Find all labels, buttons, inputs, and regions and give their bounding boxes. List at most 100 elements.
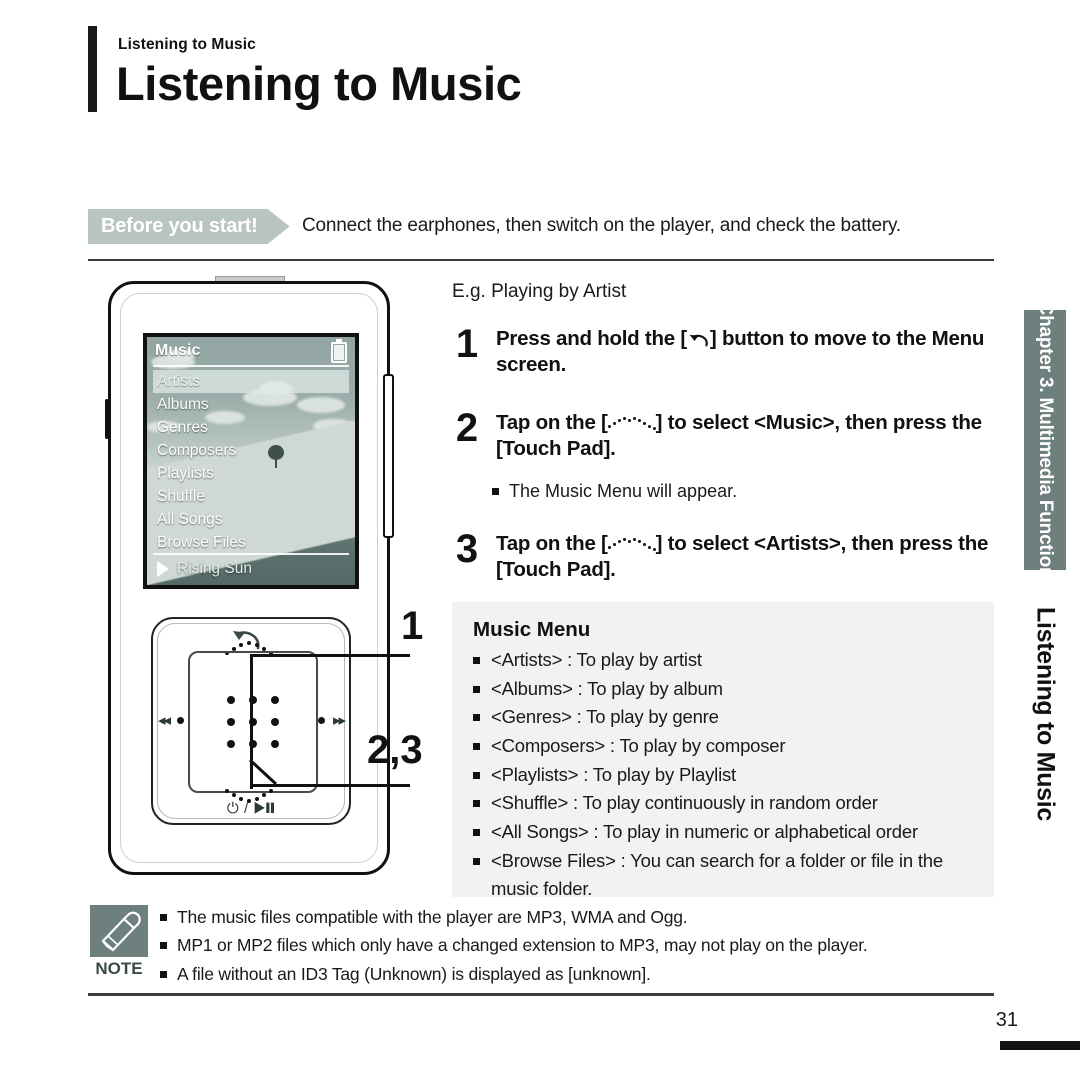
right-touch-dot[interactable]	[318, 717, 325, 724]
screen-menu-item-playlists[interactable]: Playlists	[153, 462, 349, 485]
return-arrow-icon	[689, 334, 708, 347]
page-number: 31	[995, 1009, 1018, 1031]
music-menu-row-shuffle: <Shuffle> : To play continuously in rand…	[473, 789, 980, 818]
before-you-start-label: Before you start!	[88, 209, 268, 244]
bullet-square-icon	[473, 771, 480, 779]
music-menu-row-browse-files: <Browse Files> : You can search for a fo…	[473, 847, 980, 904]
bullet-square-icon	[473, 657, 480, 664]
now-playing-divider	[153, 553, 349, 555]
music-menu-panel: Music Menu <Artists> : To play by artist…	[452, 602, 994, 899]
bullet-square-icon	[160, 942, 167, 950]
page-title: Listening to Music	[116, 57, 522, 110]
music-menu-row-albums: <Albums> : To play by album	[473, 675, 980, 704]
callout-2-3: 2,3	[367, 728, 423, 772]
footer-bar	[1000, 1041, 1080, 1050]
step-1-text: Press and hold the [] button to move to …	[496, 326, 992, 378]
step-2-number: 2	[455, 406, 479, 450]
music-menu-row-composers: <Composers> : To play by composer	[473, 732, 980, 761]
banner-arrow-shape	[267, 209, 290, 244]
battery-full-icon	[331, 339, 347, 363]
step-1-text-pre: Press and hold the [	[496, 327, 687, 350]
manual-page: Listening to Music Listening to Music Be…	[0, 0, 1080, 1080]
chapter-tab: Chapter 3. Multimedia Function	[1024, 302, 1066, 578]
next-track-icon[interactable]: ▸▸	[333, 711, 346, 729]
step-1: 1 Press and hold the [] button to move t…	[452, 322, 992, 378]
music-menu-row-text: <Genres> : To play by genre	[491, 706, 719, 728]
device-side-button	[383, 374, 394, 538]
power-play-pause-icon[interactable]: ⏻ / ▶❙❙	[153, 800, 349, 817]
bullet-square-icon	[473, 857, 480, 865]
bullet-square-icon	[473, 743, 480, 751]
note-row-text: A file without an ID3 Tag (Unknown) is d…	[177, 963, 651, 984]
play-icon	[157, 561, 169, 577]
screen-menu-item-artists[interactable]: Artists	[153, 370, 349, 393]
music-menu-title: Music Menu	[473, 618, 591, 641]
note-row-text: MP1 or MP2 files which only have a chang…	[177, 935, 868, 956]
note-row: The music files compatible with the play…	[160, 903, 994, 931]
device-screen: Music Artists Albums Genres Composers Pl…	[143, 333, 359, 589]
music-menu-row-genres: <Genres> : To play by genre	[473, 703, 980, 732]
note-list: The music files compatible with the play…	[160, 903, 994, 988]
pencil-icon	[90, 905, 148, 957]
note-label: NOTE	[95, 959, 143, 978]
music-menu-row-text: <Browse Files> : You can search for a fo…	[491, 849, 943, 900]
bullet-square-icon	[473, 800, 480, 808]
touch-dot-grid-icon[interactable]	[227, 696, 279, 748]
step-3: 3 Tap on the [] to select <Artists>, the…	[452, 527, 997, 583]
note-row: MP1 or MP2 files which only have a chang…	[160, 931, 994, 959]
step-1-number: 1	[455, 322, 479, 366]
note-row-text: The music files compatible with the play…	[177, 907, 688, 927]
now-playing-title: Rising Sun	[177, 560, 252, 577]
leader-line-1	[250, 654, 410, 657]
step-2-text-pre: Tap on the [	[496, 411, 608, 434]
before-you-start-text: Connect the earphones, then switch on th…	[302, 215, 901, 236]
screen-menu-item-genres[interactable]: Genres	[153, 416, 349, 439]
step-3-text: Tap on the [] to select <Artists>, then …	[496, 531, 997, 583]
music-menu-row-artists: <Artists> : To play by artist	[473, 646, 980, 675]
music-menu-row-text: <Shuffle> : To play continuously in rand…	[491, 792, 878, 814]
screen-menu-item-all-songs[interactable]: All Songs	[153, 508, 349, 531]
leader-diagonal	[248, 758, 278, 786]
bullet-square-icon	[160, 914, 167, 921]
music-menu-row-text: <All Songs> : To play in numeric or alph…	[491, 821, 918, 843]
screen-menu-item-shuffle[interactable]: Shuffle	[153, 485, 349, 508]
bullet-square-icon	[473, 714, 480, 722]
music-menu-list: <Artists> : To play by artist <Albums> :…	[473, 646, 980, 904]
screen-title: Music	[155, 342, 201, 359]
bullet-square-icon	[492, 488, 499, 495]
callout-1: 1	[401, 604, 424, 648]
step-2-note-text: The Music Menu will appear.	[509, 481, 738, 501]
bottom-divider	[88, 993, 994, 996]
music-menu-row-text: <Composers> : To play by composer	[491, 735, 786, 757]
step-2: 2 Tap on the [] to select <Music>, then …	[452, 406, 997, 462]
chapter-tab-label: Chapter 3. Multimedia Function	[1035, 301, 1056, 579]
dotted-chevron-icon	[607, 416, 656, 430]
step-3-text-pre: Tap on the [	[496, 532, 608, 555]
dotted-chevron-icon	[607, 537, 656, 551]
music-menu-row-text: <Playlists> : To play by Playlist	[491, 763, 736, 785]
left-touch-dot[interactable]	[177, 717, 184, 724]
note-row: A file without an ID3 Tag (Unknown) is d…	[160, 960, 994, 988]
device-left-nub	[105, 399, 109, 439]
step-2-text: Tap on the [] to select <Music>, then pr…	[496, 410, 997, 462]
bullet-square-icon	[473, 829, 480, 837]
now-playing-bar: Rising Sun	[157, 556, 349, 582]
previous-track-icon[interactable]: ◂◂	[158, 711, 171, 729]
screen-menu-list: Artists Albums Genres Composers Playlist…	[153, 370, 349, 554]
screen-title-divider	[153, 365, 349, 367]
step-3-number: 3	[455, 527, 479, 571]
bullet-square-icon	[473, 685, 480, 693]
bullet-square-icon	[160, 970, 167, 978]
example-label: E.g. Playing by Artist	[452, 281, 627, 302]
screen-menu-item-composers[interactable]: Composers	[153, 439, 349, 462]
music-menu-row-text: <Artists> : To play by artist	[491, 649, 702, 670]
section-tab: Listening to Music	[1024, 584, 1066, 844]
before-you-start-banner: Before you start!	[88, 209, 290, 244]
step-2-note: The Music Menu will appear.	[492, 481, 737, 502]
header-kicker: Listening to Music	[118, 36, 256, 53]
screen-menu-item-albums[interactable]: Albums	[153, 393, 349, 416]
header-accent-bar	[88, 26, 97, 112]
section-tab-label: Listening to Music	[1031, 606, 1060, 822]
screen-menu-item-browse-files[interactable]: Browse Files	[153, 531, 349, 554]
music-menu-row-text: <Albums> : To play by album	[491, 677, 723, 699]
